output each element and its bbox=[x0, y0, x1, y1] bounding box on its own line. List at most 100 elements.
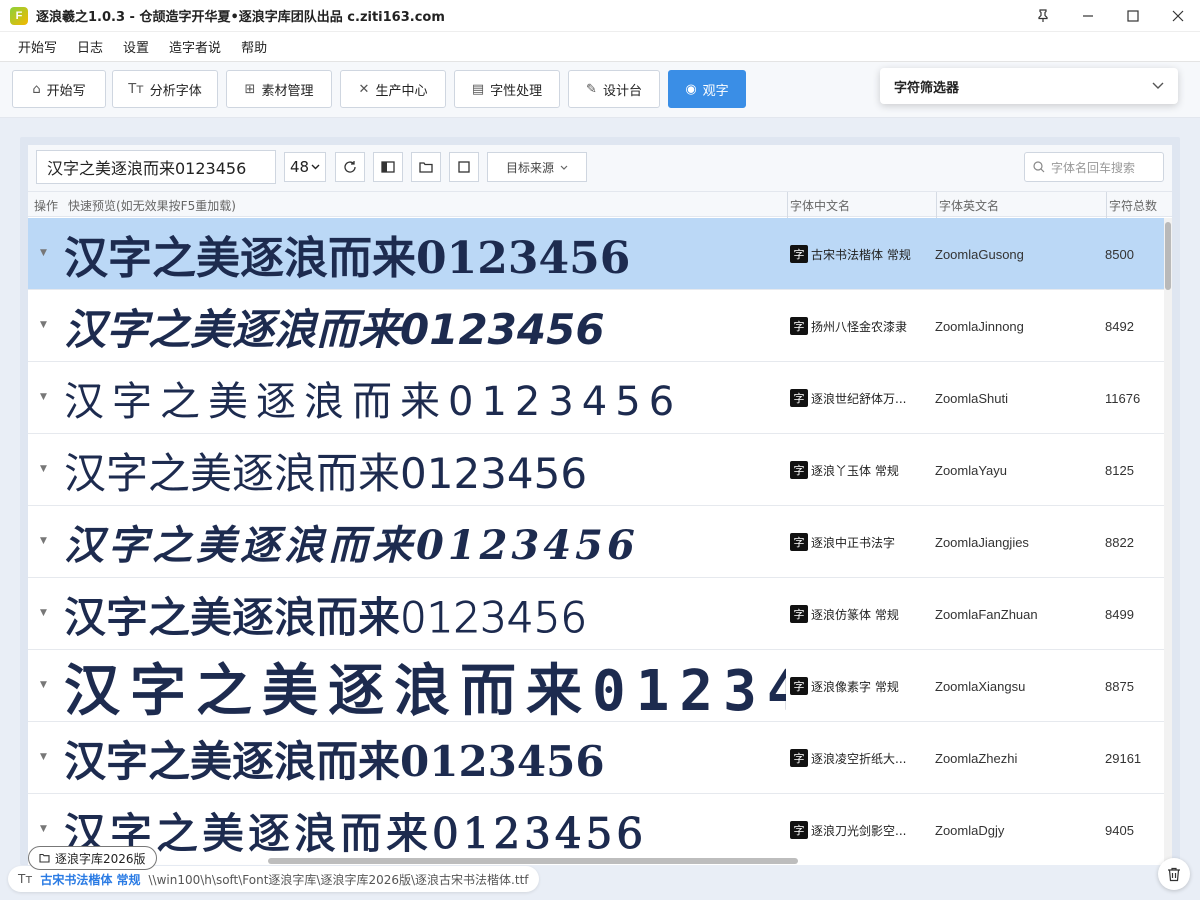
vertical-scrollbar[interactable] bbox=[1164, 218, 1172, 865]
font-char-count: 8875 bbox=[1105, 678, 1134, 694]
font-en-name: ZoomlaFanZhuan bbox=[935, 606, 1038, 622]
trash-button[interactable] bbox=[1158, 858, 1190, 890]
expand-caret-icon[interactable]: ▼ bbox=[40, 392, 47, 402]
font-cn-name: 字逐浪像素字 常规 bbox=[790, 650, 930, 722]
menu-maker-says[interactable]: 造字者说 bbox=[159, 37, 231, 56]
font-search-input[interactable]: 字体名回车搜索 bbox=[1024, 152, 1164, 182]
expand-caret-icon[interactable]: ▼ bbox=[40, 680, 47, 690]
font-char-count: 8822 bbox=[1105, 534, 1134, 550]
expand-caret-icon[interactable]: ▼ bbox=[40, 248, 47, 258]
chevron-down-icon bbox=[560, 165, 568, 170]
font-cn-name: 字扬州八怪金农漆隶 bbox=[790, 290, 930, 362]
font-char-count: 8500 bbox=[1105, 246, 1134, 262]
toolbar-material-button[interactable]: ⊞ 素材管理 bbox=[226, 70, 332, 108]
character-filter-dropdown[interactable]: 字符筛选器 bbox=[880, 68, 1178, 104]
col-cn-name[interactable]: 字体中文名 bbox=[790, 197, 850, 214]
font-en-name: ZoomlaJinnong bbox=[935, 318, 1024, 334]
expand-caret-icon[interactable]: ▼ bbox=[40, 320, 47, 330]
expand-caret-icon[interactable]: ▼ bbox=[40, 464, 47, 474]
chevron-down-icon bbox=[1152, 79, 1164, 94]
app-logo-icon: F bbox=[10, 6, 28, 25]
open-folder-button[interactable] bbox=[411, 152, 441, 182]
target-source-dropdown[interactable]: 目标来源 bbox=[487, 152, 587, 182]
table-row[interactable]: ▼ 汉字之美逐浪而来0123456 字逐浪刀光剑影空... ZoomlaDgjy… bbox=[28, 794, 1164, 865]
table-row[interactable]: ▼ 汉字之美逐浪而来0123456 字逐浪仿篆体 常规 ZoomlaFanZhu… bbox=[28, 578, 1164, 650]
font-char-count: 8492 bbox=[1105, 318, 1134, 334]
col-ops: 操作 bbox=[34, 199, 59, 213]
library-tag[interactable]: 逐浪字库2026版 bbox=[28, 846, 157, 870]
menu-settings[interactable]: 设置 bbox=[113, 37, 159, 56]
font-badge-icon: 字 bbox=[790, 821, 808, 839]
font-badge-icon: 字 bbox=[790, 533, 808, 551]
status-font-name: 古宋书法楷体 常规 bbox=[40, 872, 141, 887]
trash-icon bbox=[1168, 867, 1180, 881]
font-preview: 汉字之美逐浪而来0123456 bbox=[64, 448, 588, 498]
title-bar: F 逐浪羲之1.0.3 - 仓颉造字开华夏•逐浪字库团队出品 c.ziti163… bbox=[0, 0, 1200, 32]
font-preview: 汉字之美逐浪而来0123456 bbox=[64, 808, 648, 858]
font-char-count: 8125 bbox=[1105, 462, 1134, 478]
window-title: 逐浪羲之1.0.3 - 仓颉造字开华夏•逐浪字库团队出品 c.ziti163.c… bbox=[36, 10, 445, 25]
layout-toggle-button[interactable] bbox=[373, 152, 403, 182]
font-en-name: ZoomlaJiangjies bbox=[935, 534, 1029, 550]
table-row[interactable]: ▼ 汉字之美逐浪而来0123456 字逐浪世纪舒体万... ZoomlaShut… bbox=[28, 362, 1164, 434]
font-badge-icon: 字 bbox=[790, 749, 808, 767]
font-cn-name: 字古宋书法楷体 常规 bbox=[790, 218, 930, 290]
font-preview: 汉字之美逐浪而来0123456 bbox=[64, 304, 605, 354]
font-en-name: ZoomlaZhezhi bbox=[935, 750, 1018, 766]
table-row[interactable]: ▼ 汉字之美逐浪而来0123456 字逐浪丫玉体 常规 ZoomlaYayu 8… bbox=[28, 434, 1164, 506]
horizontal-scrollbar[interactable] bbox=[28, 857, 1164, 865]
table-row[interactable]: ▼ 汉字之美逐浪而来0123456 字逐浪凌空折纸大... ZoomlaZhez… bbox=[28, 722, 1164, 794]
font-badge-icon: 字 bbox=[790, 677, 808, 695]
menu-start-write[interactable]: 开始写 bbox=[8, 37, 67, 56]
home-icon: ⌂ bbox=[32, 81, 41, 97]
close-button[interactable] bbox=[1155, 0, 1200, 32]
maximize-button[interactable] bbox=[1110, 0, 1155, 32]
font-cn-name: 字逐浪世纪舒体万... bbox=[790, 362, 930, 434]
col-char-count[interactable]: 字符总数 bbox=[1109, 197, 1157, 214]
menu-bar: 开始写 日志 设置 造字者说 帮助 bbox=[0, 32, 1200, 62]
expand-caret-icon[interactable]: ▼ bbox=[40, 752, 47, 762]
table-row[interactable]: ▼ 汉字之美逐浪而来0123456 字逐浪中正书法字 ZoomlaJiangji… bbox=[28, 506, 1164, 578]
square-view-button[interactable] bbox=[449, 152, 479, 182]
refresh-button[interactable] bbox=[335, 152, 365, 182]
font-en-name: ZoomlaGusong bbox=[935, 246, 1024, 262]
calendar-plus-icon: ⊞ bbox=[244, 81, 256, 97]
folder-icon bbox=[419, 162, 433, 173]
table-row[interactable]: ▼ 汉字之美逐浪而来0123456 字逐浪像素字 常规 ZoomlaXiangs… bbox=[28, 650, 1164, 722]
font-size-icon: Tт bbox=[128, 81, 144, 97]
expand-caret-icon[interactable]: ▼ bbox=[40, 824, 47, 834]
font-preview: 汉字之美逐浪而来0123456 bbox=[64, 379, 683, 425]
status-font-path: \\win100\h\soft\Font逐浪字库\逐浪字库2026版\逐浪古宋书… bbox=[148, 872, 529, 887]
font-badge-icon: 字 bbox=[790, 389, 808, 407]
font-preview: 汉字之美逐浪而来0123456 bbox=[64, 658, 786, 723]
toolbar-analyze-font-button[interactable]: Tт 分析字体 bbox=[112, 70, 218, 108]
preview-controls: 汉字之美逐浪而来0123456 48 目标来源 字体名回车搜索 bbox=[28, 145, 1172, 191]
font-en-name: ZoomlaXiangsu bbox=[935, 678, 1026, 694]
character-filter-label: 字符筛选器 bbox=[894, 80, 960, 96]
font-cn-name: 字逐浪凌空折纸大... bbox=[790, 722, 930, 794]
expand-caret-icon[interactable]: ▼ bbox=[40, 608, 47, 618]
refresh-icon bbox=[344, 161, 356, 173]
minimize-button[interactable] bbox=[1065, 0, 1110, 32]
toolbar-production-button[interactable]: ✕ 生产中心 bbox=[340, 70, 446, 108]
font-badge-icon: 字 bbox=[790, 245, 808, 263]
toolbar-glyph-process-button[interactable]: ▤ 字性处理 bbox=[454, 70, 560, 108]
col-en-name[interactable]: 字体英文名 bbox=[939, 197, 999, 214]
menu-help[interactable]: 帮助 bbox=[231, 37, 277, 56]
table-row[interactable]: ▼ 汉字之美逐浪而来0123456 字古宋书法楷体 常规 ZoomlaGuson… bbox=[28, 218, 1164, 290]
toolbar-start-write-button[interactable]: ⌂ 开始写 bbox=[12, 70, 106, 108]
view-target-icon: ◉ bbox=[685, 81, 697, 97]
preview-text-input[interactable]: 汉字之美逐浪而来0123456 bbox=[36, 150, 276, 184]
font-badge-icon: 字 bbox=[790, 461, 808, 479]
expand-caret-icon[interactable]: ▼ bbox=[40, 536, 47, 546]
document-icon: ▤ bbox=[471, 81, 485, 97]
menu-log[interactable]: 日志 bbox=[67, 37, 113, 56]
toolbar-view-glyph-button[interactable]: ◉ 观字 bbox=[668, 70, 746, 108]
font-size-select[interactable]: 48 bbox=[284, 152, 326, 182]
table-row[interactable]: ▼ 汉字之美逐浪而来0123456 字扬州八怪金农漆隶 ZoomlaJinnon… bbox=[28, 290, 1164, 362]
col-quick-preview: 快速预览(如无效果按F5重加载) bbox=[68, 199, 236, 213]
font-view-panel: 汉字之美逐浪而来0123456 48 目标来源 字体名回车搜索 操作 快速预览(… bbox=[28, 145, 1172, 865]
pin-icon[interactable] bbox=[1020, 0, 1065, 32]
font-char-count: 11676 bbox=[1105, 390, 1141, 406]
toolbar-design-desk-button[interactable]: ✎ 设计台 bbox=[568, 70, 660, 108]
